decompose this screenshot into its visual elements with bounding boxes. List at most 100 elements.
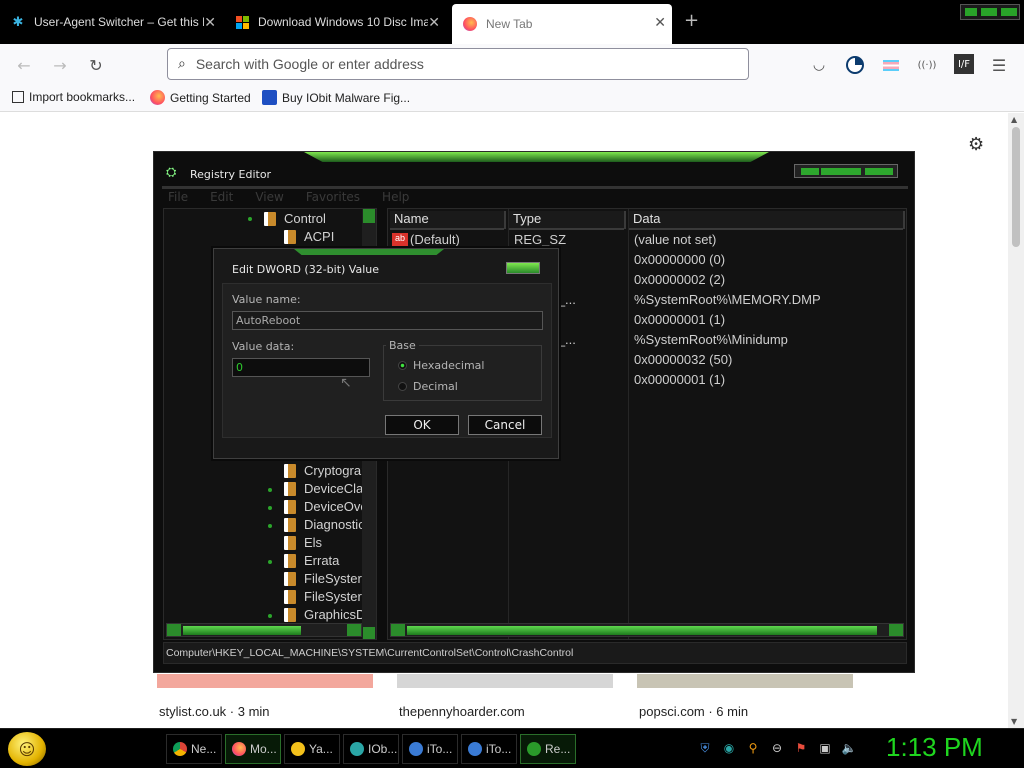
story-card[interactable]: stylist.co.uk · 3 min — [157, 674, 373, 728]
cancel-button[interactable]: Cancel — [468, 415, 542, 435]
close-tab-icon[interactable]: ✕ — [428, 14, 440, 31]
menu-bar: File Edit View Favorites Help — [168, 190, 409, 204]
menu-view[interactable]: View — [255, 190, 283, 204]
tree-node[interactable]: GraphicsD — [268, 607, 365, 622]
iobit-shield-icon — [350, 742, 364, 756]
menu-favorites[interactable]: Favorites — [306, 190, 360, 204]
firefox-icon — [462, 16, 478, 32]
vpn-tray-icon[interactable]: ◉ — [722, 741, 736, 755]
tab-label: User-Agent Switcher – Get this E — [34, 15, 204, 29]
tree-node[interactable]: FileSyster — [284, 571, 362, 586]
minus-tray-icon[interactable]: ⊖ — [770, 741, 784, 755]
taskbar-clock[interactable]: 1:13 PM — [886, 732, 983, 763]
tree-node-acpi[interactable]: ACPI — [284, 229, 334, 244]
list-horizontal-scrollbar[interactable] — [390, 623, 904, 637]
new-tab-button[interactable]: + — [684, 10, 699, 31]
taskbar-button-yahoo[interactable]: Ya... — [284, 734, 340, 764]
value-data-label: Value data: — [232, 340, 295, 353]
column-header-type[interactable]: Type — [509, 211, 626, 230]
radio-decimal[interactable]: Decimal — [398, 380, 458, 393]
title-glow — [304, 152, 769, 162]
radio-checked-icon — [398, 361, 407, 370]
folder-icon — [284, 535, 296, 550]
story-thumbnail — [157, 674, 373, 688]
flag-icon[interactable] — [880, 54, 902, 76]
taskbar-button-firefox[interactable]: Mo... — [225, 734, 281, 764]
column-header-name[interactable]: Name — [390, 211, 506, 230]
dialog-glow — [294, 249, 444, 255]
close-tab-icon[interactable]: ✕ — [654, 14, 666, 31]
flag-tray-icon[interactable]: ⚑ — [794, 741, 808, 755]
tree-horizontal-scrollbar[interactable] — [166, 623, 362, 637]
tree-node-label: DeviceClas — [304, 481, 370, 496]
gear-icon[interactable]: ⚙ — [968, 134, 984, 155]
value-data: %SystemRoot%\MEMORY.DMP — [634, 292, 821, 307]
menu-icon[interactable]: ☰ — [988, 54, 1010, 76]
tree-node[interactable]: DeviceClas — [268, 481, 370, 496]
user-agent-icon[interactable]: ((·)) — [916, 54, 938, 76]
taskbar-button-itop-2[interactable]: iTo... — [461, 734, 517, 764]
window-controls[interactable] — [960, 4, 1020, 20]
radio-hexadecimal[interactable]: Hexadecimal — [398, 359, 484, 372]
window-controls[interactable] — [794, 164, 898, 178]
extension-icon[interactable]: I/F — [954, 54, 974, 74]
url-input[interactable] — [195, 56, 716, 72]
network-tray-icon[interactable]: ▣ — [818, 741, 832, 755]
value-name-field[interactable] — [232, 311, 543, 330]
yahoo-smiley-icon — [291, 742, 305, 756]
taskbar-button-iobit[interactable]: IOb... — [343, 734, 399, 764]
tree-node-label: Control — [284, 211, 326, 226]
firefox-icon — [150, 90, 165, 105]
tree-node[interactable]: Els — [284, 535, 322, 550]
tree-node-label: DeviceOve — [304, 499, 368, 514]
back-arrow-icon[interactable]: ← — [13, 54, 35, 76]
page-scrollbar[interactable]: ▲ ▼ — [1008, 113, 1024, 728]
menu-help[interactable]: Help — [382, 190, 409, 204]
bookmark-iobit[interactable]: Buy IObit Malware Fig... — [262, 90, 410, 105]
tree-node[interactable]: Errata — [268, 553, 339, 568]
folder-icon — [284, 571, 296, 586]
story-card[interactable]: thepennyhoarder.com — [397, 674, 613, 728]
bookmarks-toolbar: Import bookmarks... Getting Started Buy … — [0, 86, 1024, 112]
pocket-icon[interactable]: ◡ — [808, 54, 830, 76]
address-bar[interactable]: ⌕ — [167, 48, 749, 80]
menu-file[interactable]: File — [168, 190, 188, 204]
tree-node[interactable]: FileSyster — [284, 589, 362, 604]
radio-label: Decimal — [413, 380, 458, 393]
reload-icon[interactable]: ↻ — [85, 54, 107, 76]
shield-tray-icon[interactable]: ⛨ — [698, 741, 712, 755]
value-data: 0x00000032 (50) — [634, 352, 733, 367]
edit-dword-dialog[interactable]: Edit DWORD (32-bit) Value Value name: Va… — [213, 248, 559, 459]
column-header-data[interactable]: Data — [629, 211, 905, 230]
tree-node-label: FileSyster — [304, 589, 362, 604]
tab-user-agent-switcher[interactable]: ✱ User-Agent Switcher – Get this E ✕ — [0, 4, 222, 40]
bookmark-import[interactable]: Import bookmarks... — [12, 90, 135, 104]
tree-node[interactable]: Diagnostic — [268, 517, 365, 532]
tab-download-windows[interactable]: Download Windows 10 Disc Ima ✕ — [224, 4, 446, 40]
tree-node[interactable]: DeviceOve — [268, 499, 368, 514]
story-card[interactable]: popsci.com · 6 min — [637, 674, 853, 728]
start-button[interactable]: ☺ — [8, 732, 46, 766]
bookmark-getting-started[interactable]: Getting Started — [150, 90, 251, 105]
search-tray-icon[interactable]: ⚲ — [746, 741, 760, 755]
ok-button[interactable]: OK — [385, 415, 459, 435]
search-icon: ⌕ — [178, 56, 186, 72]
value-data: (value not set) — [634, 232, 717, 247]
taskbar-button-itop[interactable]: iTo... — [402, 734, 458, 764]
taskbar-button-regedit[interactable]: Re... — [520, 734, 576, 764]
close-button[interactable] — [506, 262, 540, 274]
tab-label: New Tab — [486, 17, 533, 31]
forward-arrow-icon[interactable]: → — [49, 54, 71, 76]
tree-node[interactable]: Cryptograp — [284, 463, 368, 478]
volume-tray-icon[interactable]: 🔈 — [842, 741, 857, 755]
string-value-icon: ab — [392, 233, 408, 247]
sync-icon[interactable] — [844, 54, 866, 76]
browser-tab-bar: ✱ User-Agent Switcher – Get this E ✕ Dow… — [0, 0, 1024, 44]
taskbar-label: Re... — [545, 742, 571, 756]
menu-edit[interactable]: Edit — [210, 190, 233, 204]
tab-new-tab[interactable]: New Tab ✕ — [452, 4, 672, 44]
taskbar-button-chrome[interactable]: Ne... — [166, 734, 222, 764]
tree-node-control[interactable]: Control — [248, 211, 326, 226]
tree-node-label: Els — [304, 535, 323, 550]
close-tab-icon[interactable]: ✕ — [204, 14, 216, 31]
